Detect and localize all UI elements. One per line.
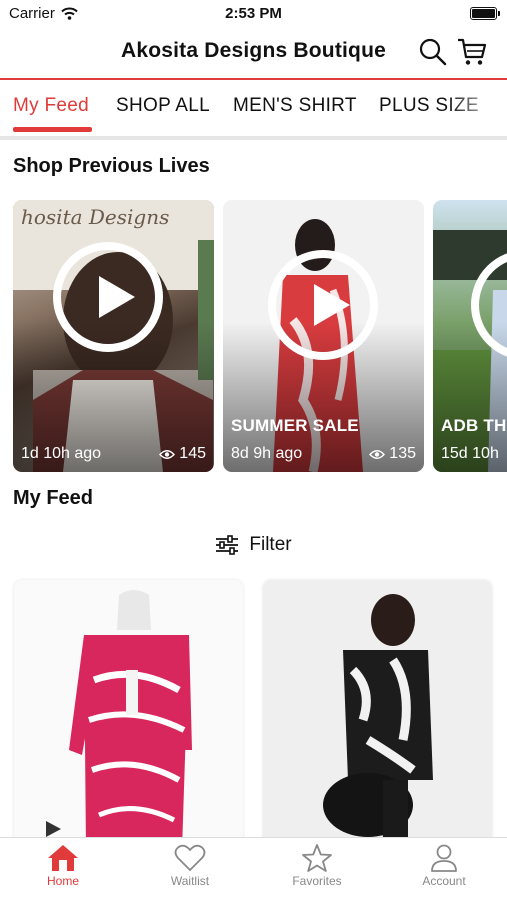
product-image [263,580,492,850]
tabbar-account[interactable]: Account [381,844,507,888]
eye-icon [369,449,386,459]
live-title: SUMMER SALE [231,416,359,435]
status-bar: Carrier 2:53 PM [0,0,507,28]
tabbar-label: Home [46,874,79,888]
play-icon[interactable] [268,250,378,360]
home-icon [48,845,78,871]
svg-text:hosita Designs: hosita Designs [21,205,169,229]
cart-icon[interactable] [457,37,487,67]
play-icon[interactable] [53,242,163,352]
live-title: ADB THU [441,416,507,435]
tab-shop-all[interactable]: SHOP ALL [116,95,210,117]
live-view-count: 135 [389,445,416,462]
tabbar-home[interactable]: Home [0,844,126,888]
tabbar-favorites[interactable]: Favorites [254,844,380,888]
tabbar-label: Favorites [292,874,342,888]
sliders-icon [216,535,239,555]
live-video-card[interactable]: ADB THU 15d 10h [433,200,507,472]
product-card[interactable] [263,580,492,850]
live-view-count: 145 [179,445,206,462]
previous-lives-heading: Shop Previous Lives [13,155,210,177]
status-time: 2:53 PM [225,5,282,22]
video-play-icon[interactable] [44,820,62,838]
tab-mens-shirt[interactable]: MEN'S SHIRT [233,95,357,117]
star-icon [302,844,332,872]
tabbar-label: Waitlist [170,874,210,888]
heart-icon [174,844,206,871]
battery-icon [470,7,500,20]
live-video-card[interactable]: SUMMER SALE 8d 9h ago 135 [223,200,424,472]
live-time-ago: 8d 9h ago [231,445,303,462]
tabbar-waitlist[interactable]: Waitlist [127,844,253,888]
live-time-ago: 1d 10h ago [21,445,102,462]
previous-lives-carousel[interactable]: hosita Designs 1d 10h ago 145 SUMMER SAL… [13,200,507,472]
category-tabs: My Feed SHOP ALL MEN'S SHIRT PLUS SIZE [0,80,507,140]
app-header: Akosita Designs Boutique [0,28,507,80]
search-icon[interactable] [418,37,448,67]
live-time-ago: 15d 10h [441,445,499,462]
live-video-card[interactable]: hosita Designs 1d 10h ago 145 [13,200,214,472]
tab-my-feed[interactable]: My Feed [13,95,89,117]
filter-label: Filter [249,534,292,555]
filter-button[interactable]: Filter [0,534,507,556]
eye-icon [159,449,176,459]
my-feed-heading: My Feed [13,487,94,509]
active-tab-indicator [13,127,92,132]
person-icon [431,844,457,872]
product-image [14,580,243,850]
bottom-tab-bar: Home Waitlist Favorites Account [0,837,507,900]
product-card[interactable] [14,580,243,850]
tabbar-label: Account [422,874,466,888]
